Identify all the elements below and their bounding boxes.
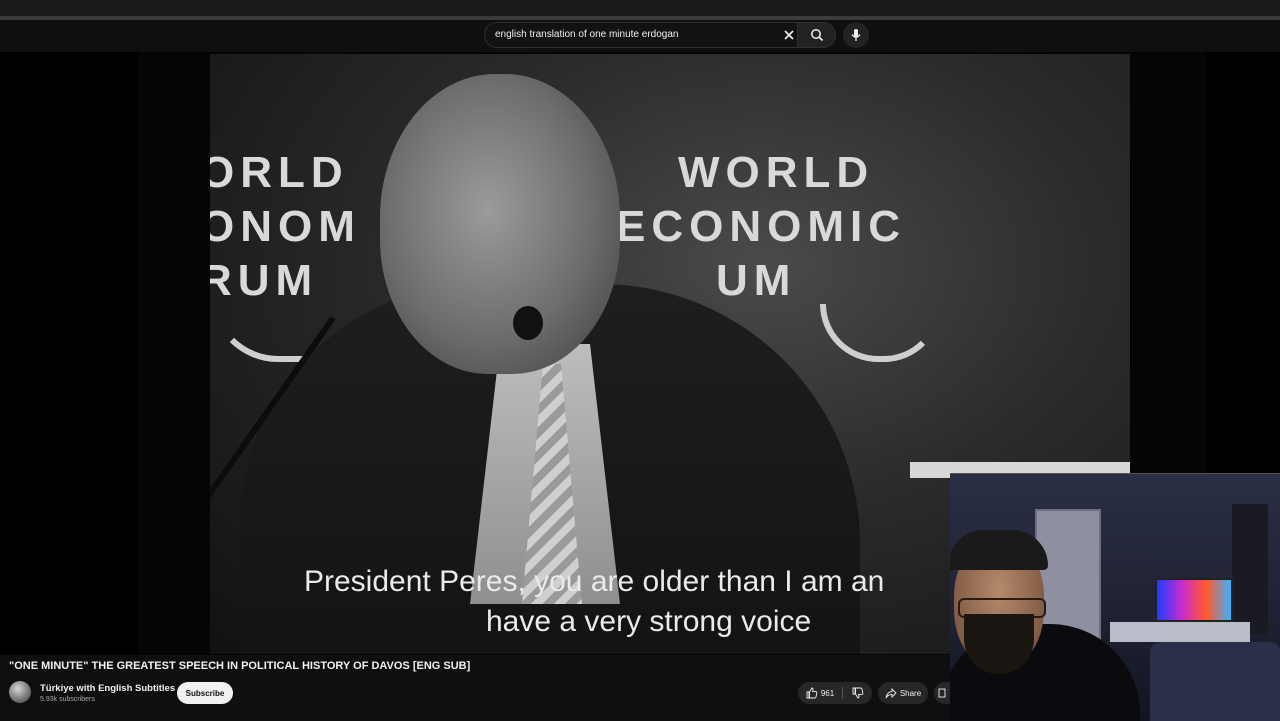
thumbs-up-icon xyxy=(806,687,818,699)
browser-top-strip xyxy=(0,0,1280,16)
wef-right-line-2: ECONOMIC xyxy=(616,202,906,251)
speaker-head xyxy=(380,74,620,374)
search-button[interactable] xyxy=(798,22,836,48)
channel-avatar[interactable] xyxy=(9,681,31,703)
like-button[interactable]: 961 xyxy=(798,682,842,704)
clip-button[interactable] xyxy=(934,682,950,704)
subscribe-button[interactable]: Subscribe xyxy=(177,682,233,704)
webcam-overlay xyxy=(950,473,1280,721)
wef-right-line-3: UM xyxy=(716,256,797,305)
caption-line-1: President Peres, you are older than I am… xyxy=(304,565,885,598)
clip-icon xyxy=(938,688,946,698)
wef-arc-right xyxy=(820,304,942,362)
webcam-person-cap xyxy=(950,530,1048,570)
search-query-text: english translation of one minute erdoga… xyxy=(495,29,679,40)
share-button[interactable]: Share xyxy=(878,682,928,704)
clear-search-button[interactable] xyxy=(778,25,800,45)
microphone-head xyxy=(513,306,543,340)
webcam-door xyxy=(1035,509,1101,643)
wef-logo-right: WORLD ECONOMIC UM xyxy=(616,146,906,308)
webcam-bookshelf xyxy=(1232,504,1268,634)
video-title: "ONE MINUTE" THE GREATEST SPEECH IN POLI… xyxy=(9,660,471,672)
wef-left-line-2: ONOM xyxy=(210,202,361,251)
voice-search-button[interactable] xyxy=(843,22,869,48)
webcam-sofa xyxy=(1150,642,1280,721)
wef-right-line-1: WORLD xyxy=(678,148,875,197)
wef-logo-left: ORLD ONOM RUM xyxy=(210,146,361,308)
search-input[interactable]: english translation of one minute erdoga… xyxy=(484,22,798,48)
share-label: Share xyxy=(899,688,922,698)
wef-left-line-1: ORLD xyxy=(210,148,349,197)
microphone-icon xyxy=(851,29,861,41)
subscriber-count: 5.93k subscribers xyxy=(40,696,95,703)
share-arrow-icon xyxy=(885,687,897,698)
close-icon xyxy=(784,30,794,40)
webcam-tv xyxy=(1155,578,1233,622)
like-dislike-group: 961 xyxy=(798,682,872,704)
thumbs-down-icon xyxy=(852,687,863,699)
search-icon xyxy=(810,29,823,42)
dislike-button[interactable] xyxy=(843,682,872,704)
channel-name[interactable]: Türkiye with English Subtitles xyxy=(40,683,175,694)
caption-line-2: have a very strong voice xyxy=(486,605,812,638)
webcam-cabinet xyxy=(1110,622,1250,642)
like-count: 961 xyxy=(820,688,835,698)
